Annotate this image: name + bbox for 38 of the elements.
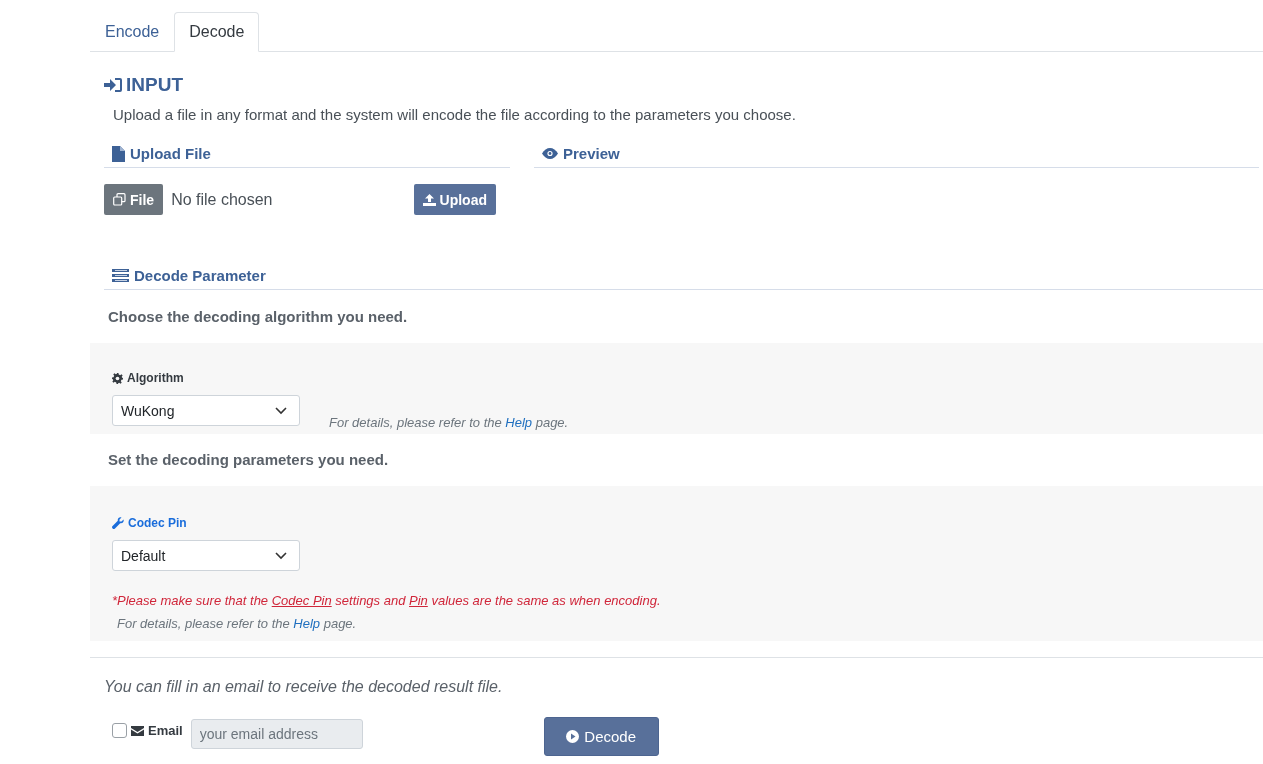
- copy-icon: [113, 193, 126, 206]
- list-icon: [112, 269, 129, 282]
- envelope-icon: [131, 725, 144, 736]
- upload-icon: [422, 193, 436, 206]
- help-link[interactable]: Help: [293, 616, 321, 631]
- tab[interactable]: Decode: [174, 12, 260, 52]
- section-title: Decode Parameter: [134, 267, 266, 284]
- algorithm-select[interactable]: WuKong: [112, 395, 300, 426]
- document-icon: [112, 145, 125, 162]
- field-label: Algorithm: [127, 371, 184, 385]
- help-note: For details, please refer to the Help page.: [117, 616, 358, 631]
- warning-text: *Please make sure that the Codec Pin settings and Pin values are the same as when encoding.: [112, 593, 662, 608]
- section-title: Upload File: [130, 145, 211, 162]
- decode-button[interactable]: Decode: [543, 717, 659, 756]
- help-link[interactable]: Help: [505, 415, 533, 430]
- play-circle-icon: [566, 730, 580, 743]
- instruction-text: Choose the decoding algorithm you need.: [107, 307, 409, 327]
- chevron-down-icon: [275, 551, 287, 560]
- upload-button[interactable]: Upload: [413, 184, 496, 215]
- section-title: INPUT: [126, 74, 183, 96]
- file-status-text: No file chosen: [171, 190, 273, 209]
- tab[interactable]: Encode: [90, 12, 175, 52]
- choose-file-button[interactable]: File: [104, 184, 164, 215]
- instruction-text: Set the decoding parameters you need.: [107, 450, 390, 470]
- eye-icon: [542, 148, 558, 159]
- help-note: For details, please refer to the Help page.: [329, 415, 569, 430]
- email-checkbox[interactable]: [112, 723, 127, 738]
- wrench-icon: [112, 517, 124, 529]
- chevron-down-icon: [275, 406, 287, 415]
- gear-icon: [112, 372, 123, 384]
- section-title: Preview: [563, 145, 620, 162]
- field-label: Codec Pin: [128, 516, 187, 530]
- email-input[interactable]: your email address: [190, 718, 363, 749]
- email-hint-text: You can fill in an email to receive the decoded result file.: [104, 678, 504, 696]
- field-label: Email: [148, 723, 183, 738]
- description-text: Upload a file in any format and the system will encode the file according to the parameters you choose.: [113, 106, 797, 123]
- codec-pin-select[interactable]: Default: [112, 540, 300, 571]
- sign-in-icon: [104, 77, 122, 93]
